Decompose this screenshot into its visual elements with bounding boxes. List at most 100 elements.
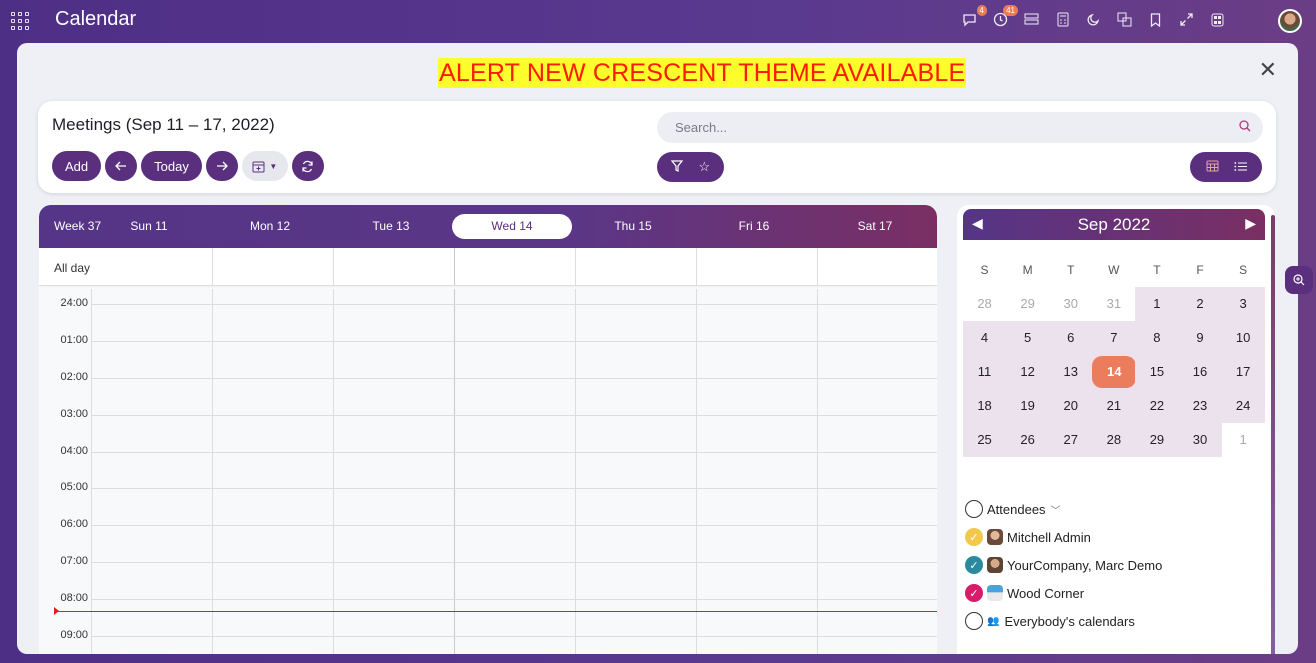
mini-day[interactable]: 30 xyxy=(1049,287,1093,321)
mini-day[interactable]: 24 xyxy=(1221,389,1265,423)
mini-day[interactable]: 28 xyxy=(963,287,1007,321)
all-day-row[interactable]: All day xyxy=(39,248,937,286)
mini-calendar-title: Sep 2022 xyxy=(1077,215,1151,234)
mini-day[interactable]: 13 xyxy=(1049,355,1093,389)
avatar xyxy=(987,557,1003,573)
theme-toggle-icon[interactable] xyxy=(1085,11,1102,28)
attendee-item[interactable]: ✓ Mitchell Admin xyxy=(965,523,1265,551)
mini-day[interactable]: 22 xyxy=(1135,389,1179,423)
date-picker-button[interactable]: ▼ xyxy=(241,151,288,181)
mini-day[interactable]: 31 xyxy=(1092,287,1136,321)
mini-day[interactable]: 18 xyxy=(963,389,1007,423)
mini-day[interactable]: 1 xyxy=(1221,423,1265,457)
user-avatar[interactable] xyxy=(1278,9,1302,33)
favorite-star-icon[interactable]: ☆ xyxy=(699,159,711,175)
mini-next-month-icon[interactable]: ▶ xyxy=(1245,215,1256,232)
attendee-item[interactable]: 👥 Everybody's calendars xyxy=(965,607,1265,635)
mini-day[interactable]: 15 xyxy=(1135,355,1179,389)
mini-day[interactable]: 19 xyxy=(1006,389,1050,423)
mini-day[interactable]: 2 xyxy=(1178,287,1222,321)
calendar-view-icon[interactable] xyxy=(1206,159,1219,175)
day-header-mon[interactable]: Mon 12 xyxy=(210,219,330,233)
mini-day[interactable]: 21 xyxy=(1092,389,1136,423)
mini-day[interactable]: 8 xyxy=(1135,321,1179,355)
mini-day[interactable]: 29 xyxy=(1006,287,1050,321)
apps-grid-icon[interactable] xyxy=(1209,11,1226,28)
today-button[interactable]: Today xyxy=(141,151,202,181)
mini-day-selected[interactable]: 14 xyxy=(1092,355,1137,389)
mini-day[interactable]: 17 xyxy=(1221,355,1265,389)
avatar xyxy=(987,585,1003,601)
dow-label: T xyxy=(1153,263,1161,277)
mini-day[interactable]: 30 xyxy=(1178,423,1222,457)
next-button[interactable] xyxy=(205,151,238,181)
check-icon[interactable]: ✓ xyxy=(965,528,983,546)
mini-calendar-grid: S M T W T F S 28 29 30 31 1 2 3 4 5 6 7 … xyxy=(963,253,1265,457)
messages-badge: 4 xyxy=(976,5,987,16)
check-icon[interactable]: ✓ xyxy=(965,556,983,574)
side-scrollbar[interactable] xyxy=(1271,215,1275,654)
day-header-fri[interactable]: Fri 16 xyxy=(694,219,814,233)
everybody-checkbox[interactable] xyxy=(965,612,983,630)
mini-day[interactable]: 12 xyxy=(1006,355,1050,389)
time-grid[interactable]: 24:00 01:00 02:00 03:00 04:00 05:00 06:0… xyxy=(39,289,937,654)
day-header-sat[interactable]: Sat 17 xyxy=(815,219,935,233)
attendees-toggle-checkbox[interactable] xyxy=(965,500,983,518)
mini-day[interactable]: 4 xyxy=(963,321,1007,355)
hour-label: 08:00 xyxy=(60,592,88,604)
check-icon[interactable]: ✓ xyxy=(965,584,983,602)
mini-day[interactable]: 29 xyxy=(1135,423,1179,457)
language-icon[interactable] xyxy=(1116,11,1133,28)
mini-day[interactable]: 9 xyxy=(1178,321,1222,355)
attendees-filter: Attendees ﹀ ✓ Mitchell Admin ✓ YourCompa… xyxy=(965,495,1265,635)
mini-day[interactable]: 5 xyxy=(1006,321,1050,355)
apps-menu-icon[interactable] xyxy=(11,12,29,30)
mini-day[interactable]: 1 xyxy=(1135,287,1179,321)
day-header-sun[interactable]: Sun 11 xyxy=(89,219,209,233)
refresh-icon xyxy=(302,160,313,172)
mini-day[interactable]: 28 xyxy=(1092,423,1136,457)
attendee-name: YourCompany, Marc Demo xyxy=(1007,557,1163,573)
filter-icon[interactable] xyxy=(670,159,684,175)
company-switch-icon[interactable] xyxy=(1023,11,1040,28)
chevron-down-icon[interactable]: ﹀ xyxy=(1051,502,1061,517)
mini-day[interactable]: 16 xyxy=(1178,355,1222,389)
activities-icon[interactable]: 41 xyxy=(992,5,1018,28)
mini-day[interactable]: 23 xyxy=(1178,389,1222,423)
mini-day[interactable]: 20 xyxy=(1049,389,1093,423)
mini-day[interactable]: 11 xyxy=(963,355,1007,389)
calculator-icon[interactable] xyxy=(1054,11,1071,28)
users-icon: 👥 xyxy=(987,615,1000,627)
attendees-header[interactable]: Attendees ﹀ xyxy=(965,495,1265,523)
add-button[interactable]: Add xyxy=(52,151,102,181)
attendee-item[interactable]: ✓ Wood Corner xyxy=(965,579,1265,607)
day-header-tue[interactable]: Tue 13 xyxy=(331,219,451,233)
hour-label: 02:00 xyxy=(60,371,88,383)
theme-alert-banner: ALERT NEW CRESCENT THEME AVAILABLE xyxy=(438,58,967,88)
dow-label: T xyxy=(1067,263,1075,277)
mini-day[interactable]: 10 xyxy=(1221,321,1265,355)
mini-day[interactable]: 26 xyxy=(1006,423,1050,457)
day-header-wed-today[interactable]: Wed 14 xyxy=(452,214,572,239)
mini-day[interactable]: 27 xyxy=(1049,423,1093,457)
search-input[interactable] xyxy=(675,112,1215,143)
attendee-item[interactable]: ✓ YourCompany, Marc Demo xyxy=(965,551,1265,579)
zoom-in-icon[interactable] xyxy=(1285,266,1313,294)
day-header-thu[interactable]: Thu 15 xyxy=(573,219,693,233)
close-icon[interactable]: ✕ xyxy=(1259,57,1277,83)
mini-day[interactable]: 7 xyxy=(1092,321,1136,355)
search-icon[interactable] xyxy=(1239,120,1251,132)
caret-down-icon: ▼ xyxy=(269,161,278,171)
mini-day[interactable]: 3 xyxy=(1221,287,1265,321)
previous-button[interactable] xyxy=(105,151,138,181)
fullscreen-icon[interactable] xyxy=(1178,11,1195,28)
list-view-icon[interactable] xyxy=(1233,160,1247,175)
all-day-label: All day xyxy=(54,261,91,275)
mini-day[interactable]: 25 xyxy=(963,423,1007,457)
mini-day[interactable]: 6 xyxy=(1049,321,1093,355)
refresh-button[interactable] xyxy=(291,151,324,181)
calendar-plus-icon xyxy=(252,161,265,172)
messages-icon[interactable]: 4 xyxy=(961,5,987,28)
bookmark-icon[interactable] xyxy=(1147,11,1164,28)
top-navbar: Calendar 4 41 xyxy=(0,0,1316,42)
